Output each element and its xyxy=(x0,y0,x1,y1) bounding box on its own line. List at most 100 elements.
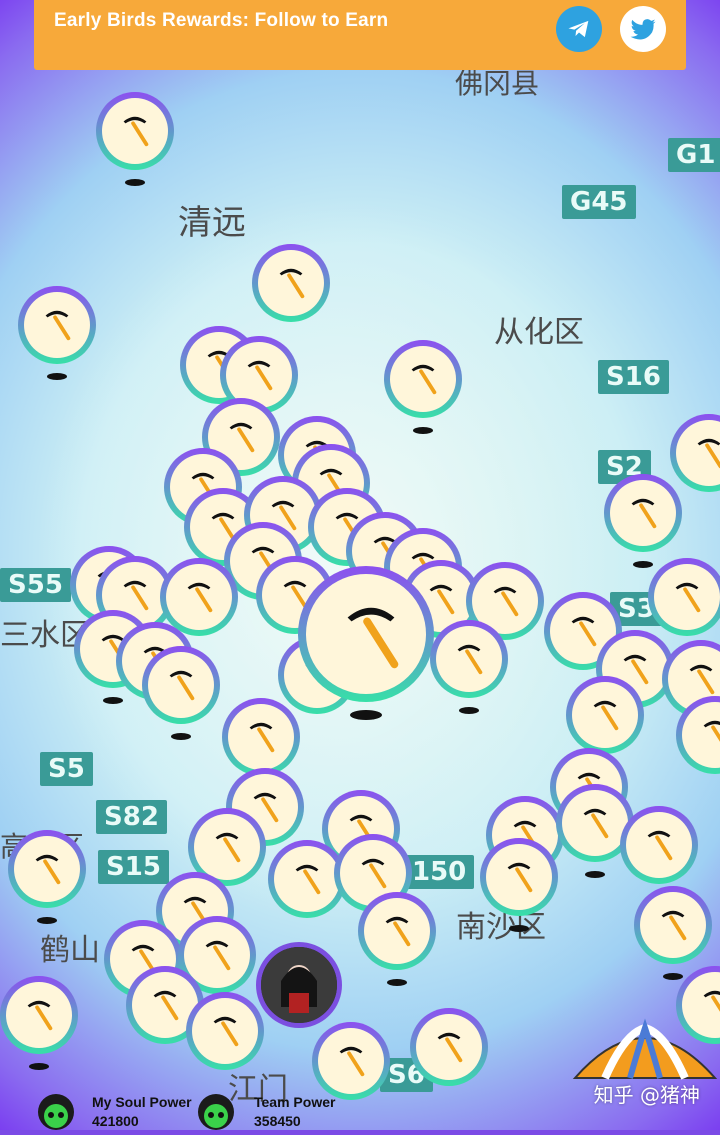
mining-pin[interactable] xyxy=(0,976,78,1070)
pickaxe-icon xyxy=(697,438,720,469)
road-badge: S82 xyxy=(96,800,167,834)
pickaxe-icon xyxy=(661,910,687,941)
place-label: 鹤山 xyxy=(40,933,100,968)
avatar xyxy=(261,947,337,1023)
road-badge: S5 xyxy=(40,752,93,786)
pickaxe-icon xyxy=(493,586,519,617)
pin-shadow xyxy=(103,697,123,704)
mining-pin[interactable] xyxy=(430,620,508,714)
telegram-button[interactable] xyxy=(556,6,602,52)
pickaxe-icon xyxy=(507,862,533,893)
watermark: 知乎 @猪神 xyxy=(593,1083,700,1107)
pickaxe-icon xyxy=(247,360,273,391)
mining-pin[interactable] xyxy=(670,414,720,492)
pin-shadow xyxy=(585,871,605,878)
pickaxe-icon xyxy=(187,582,213,613)
pickaxe-icon xyxy=(229,422,255,453)
pickaxe-icon xyxy=(123,580,149,611)
mining-pin[interactable] xyxy=(634,886,712,980)
team-power-label: Team Power xyxy=(254,1094,336,1110)
mining-pin[interactable] xyxy=(620,806,698,884)
pickaxe-icon xyxy=(279,268,305,299)
green-face-icon xyxy=(204,1104,228,1128)
pickaxe-icon xyxy=(571,616,597,647)
place-label: 从化区 xyxy=(494,315,584,350)
mining-pin[interactable] xyxy=(566,676,644,754)
pickaxe-icon xyxy=(703,720,720,742)
parachute-icon[interactable] xyxy=(570,1018,720,1088)
mining-pin[interactable] xyxy=(96,92,174,186)
pickaxe-icon xyxy=(411,364,437,395)
road-badge: S16 xyxy=(598,360,669,394)
pin-shadow xyxy=(459,707,479,714)
pickaxe-icon xyxy=(385,916,411,947)
mining-pin[interactable] xyxy=(358,892,436,986)
telegram-icon xyxy=(568,20,589,38)
pickaxe-icon xyxy=(583,808,609,839)
pickaxe-icon xyxy=(45,310,71,341)
rewards-banner[interactable]: Early Birds Rewards: Follow to Earn xyxy=(34,0,686,70)
place-label: 清远 xyxy=(178,203,246,243)
mining-pin[interactable] xyxy=(18,286,96,380)
pickaxe-icon xyxy=(295,864,321,895)
pickaxe-icon xyxy=(631,498,657,529)
pickaxe-icon xyxy=(675,582,701,613)
twitter-button[interactable] xyxy=(620,6,666,52)
pin-shadow xyxy=(413,427,433,434)
mining-pin[interactable] xyxy=(142,646,220,740)
mining-pin[interactable] xyxy=(480,838,558,932)
pickaxe-icon xyxy=(593,700,619,731)
soul-power-value: 421800 xyxy=(92,1113,139,1129)
mining-pin[interactable] xyxy=(410,1008,488,1086)
mining-pin[interactable] xyxy=(186,992,264,1070)
pin-shadow xyxy=(633,561,653,568)
mining-pin-large[interactable] xyxy=(298,566,434,720)
road-badge: S55 xyxy=(0,568,71,602)
pickaxe-icon xyxy=(647,830,673,861)
pickaxe-icon xyxy=(437,1032,463,1063)
pickaxe-icon xyxy=(361,858,387,889)
pickaxe-icon xyxy=(457,644,483,675)
pin-shadow xyxy=(47,373,67,380)
pin-shadow xyxy=(171,733,191,740)
mining-pin[interactable] xyxy=(648,558,720,636)
banner-title: Early Birds Rewards: Follow to Earn xyxy=(54,10,389,31)
pickaxe-icon xyxy=(205,940,231,971)
map-background[interactable]: 清远 从化区 三水区 南沙区 鹤山 佛冈县 江门 高明区 G45 G1 S16 … xyxy=(0,0,720,1130)
pin-shadow xyxy=(350,710,382,720)
pin-shadow xyxy=(663,973,683,980)
pin-shadow xyxy=(37,917,57,924)
pickaxe-icon xyxy=(213,1016,239,1047)
pin-shadow xyxy=(29,1063,49,1070)
road-badge: G45 xyxy=(562,185,636,219)
pickaxe-icon xyxy=(215,832,241,863)
pickaxe-icon xyxy=(123,116,149,147)
mining-pin[interactable] xyxy=(222,698,300,776)
pickaxe-icon xyxy=(169,670,195,701)
soul-power-label: My Soul Power xyxy=(92,1094,192,1110)
user-avatar-pin[interactable] xyxy=(256,942,342,1028)
mining-pin[interactable] xyxy=(312,1022,390,1100)
twitter-icon xyxy=(630,19,656,40)
pickaxe-icon xyxy=(689,664,715,695)
soul-power-avatar xyxy=(38,1094,74,1130)
pickaxe-icon xyxy=(347,607,399,669)
road-badge: 150 xyxy=(404,855,475,889)
green-face-icon xyxy=(44,1104,68,1128)
pickaxe-icon xyxy=(249,722,275,753)
mining-pin[interactable] xyxy=(604,474,682,568)
pickaxe-icon xyxy=(35,854,61,885)
pickaxe-icon xyxy=(27,1000,53,1031)
team-power-avatar xyxy=(198,1094,234,1130)
mining-pin[interactable] xyxy=(384,340,462,434)
road-badge: S15 xyxy=(98,850,169,884)
team-power-value: 358450 xyxy=(254,1113,301,1129)
pickaxe-icon xyxy=(153,990,179,1021)
mining-pin[interactable] xyxy=(252,244,330,322)
pin-shadow xyxy=(387,979,407,986)
mining-pin[interactable] xyxy=(160,558,238,636)
mining-pin[interactable] xyxy=(8,830,86,924)
pin-shadow xyxy=(125,179,145,186)
road-badge: G1 xyxy=(668,138,720,172)
pin-shadow xyxy=(509,925,529,932)
